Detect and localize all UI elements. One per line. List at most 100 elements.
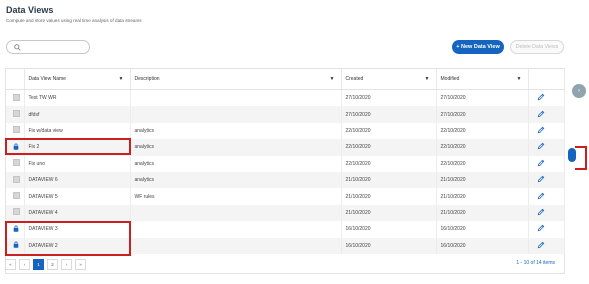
column-header-description[interactable]: Description ▼ xyxy=(130,69,342,90)
table-row[interactable]: DATAVIEW 4 21/10/2020 21/10/2020 xyxy=(6,204,565,222)
row-select-cell[interactable] xyxy=(6,155,25,172)
data-views-table: Data View Name ▼ Description ▼ Created ▼ Mo… xyxy=(5,68,565,274)
edit-pencil-icon[interactable] xyxy=(537,241,545,249)
row-actions-cell xyxy=(528,89,565,107)
sort-caret-icon[interactable]: ▼ xyxy=(119,76,124,82)
edit-pencil-icon[interactable] xyxy=(537,110,545,118)
row-select-cell[interactable] xyxy=(6,237,25,254)
cell-modified: 22/10/2020 xyxy=(436,122,529,140)
cell-modified: 16/10/2020 xyxy=(436,221,529,238)
table-row[interactable]: DATAVIEW 5 WF rules 21/10/2020 21/10/2020 xyxy=(6,188,565,205)
sort-caret-icon[interactable]: ▼ xyxy=(330,76,335,82)
lock-icon xyxy=(13,225,19,232)
page-subtitle: Compute and store values using real time… xyxy=(6,18,142,23)
table-row[interactable]: DATAVIEW 2 16/10/2020 16/10/2020 xyxy=(6,237,565,254)
cell-modified: 21/10/2020 xyxy=(436,188,529,205)
cell-created: 27/10/2020 xyxy=(341,106,437,123)
cell-description xyxy=(130,89,342,107)
cell-name: Fix w/data view xyxy=(24,122,131,140)
edit-pencil-icon[interactable] xyxy=(537,208,545,216)
row-checkbox[interactable] xyxy=(13,93,20,101)
row-checkbox[interactable] xyxy=(13,110,20,118)
lock-icon xyxy=(13,143,19,150)
edit-pencil-icon[interactable] xyxy=(537,126,545,134)
last-page-button[interactable]: » xyxy=(75,258,86,270)
row-select-cell[interactable] xyxy=(6,188,25,205)
cell-description: analytics xyxy=(130,155,342,172)
pagination: « ‹ 1 2 › » xyxy=(5,258,86,270)
cell-modified: 16/10/2020 xyxy=(436,237,529,254)
row-actions-cell xyxy=(528,155,565,172)
next-page-button[interactable]: › xyxy=(61,258,72,270)
row-checkbox[interactable] xyxy=(13,192,20,200)
cell-modified: 22/10/2020 xyxy=(436,155,529,172)
row-select-cell[interactable] xyxy=(6,171,25,189)
column-header-name[interactable]: Data View Name ▼ xyxy=(24,69,131,90)
edit-pencil-icon[interactable] xyxy=(537,224,545,232)
table-row[interactable]: Test TW WR 27/10/2020 27/10/2020 xyxy=(6,89,565,107)
edit-pencil-icon[interactable] xyxy=(537,159,545,167)
table-row[interactable]: DATAVIEW 6 analytics 21/10/2020 21/10/2020 xyxy=(6,171,565,189)
search-icon xyxy=(14,44,21,51)
cell-name: DATAVIEW 4 xyxy=(24,204,131,222)
cell-created: 27/10/2020 xyxy=(341,89,437,107)
row-checkbox[interactable] xyxy=(13,159,20,167)
column-header-actions xyxy=(528,69,565,90)
cell-created: 22/10/2020 xyxy=(341,155,437,172)
sort-caret-icon[interactable]: ▼ xyxy=(517,76,522,82)
column-header-modified[interactable]: Modified ▼ xyxy=(436,69,529,90)
column-header-created[interactable]: Created ▼ xyxy=(341,69,437,90)
cell-name: Fix 2 xyxy=(24,139,131,156)
row-checkbox[interactable] xyxy=(13,208,20,216)
row-actions-cell xyxy=(528,204,565,222)
row-select-cell[interactable] xyxy=(6,89,25,107)
lock-icon xyxy=(13,241,19,248)
cell-description xyxy=(130,221,342,238)
row-actions-cell xyxy=(528,237,565,254)
highlight-box xyxy=(575,146,587,170)
row-checkbox[interactable] xyxy=(13,175,20,183)
new-data-view-button[interactable]: + New Data View xyxy=(452,40,504,54)
row-select-cell[interactable] xyxy=(6,204,25,222)
cell-created: 21/10/2020 xyxy=(341,171,437,189)
edit-pencil-icon[interactable] xyxy=(537,175,545,183)
row-select-cell[interactable] xyxy=(6,139,25,156)
row-select-cell[interactable] xyxy=(6,122,25,140)
first-page-button[interactable]: « xyxy=(5,258,16,270)
page-1-button[interactable]: 1 xyxy=(33,258,44,270)
table-row[interactable]: Fix 2 analytics 22/10/2020 22/10/2020 xyxy=(6,139,565,156)
table-row[interactable]: Fix w/data view analytics 22/10/2020 22/10/… xyxy=(6,122,565,140)
row-actions-cell xyxy=(528,139,565,156)
cell-description: analytics xyxy=(130,139,342,156)
cell-modified: 21/10/2020 xyxy=(436,204,529,222)
sort-caret-icon[interactable]: ▼ xyxy=(425,76,430,82)
search-input[interactable] xyxy=(6,40,90,54)
delete-data-views-button[interactable]: Delete Data Views xyxy=(510,40,564,54)
cell-description: analytics xyxy=(130,122,342,140)
row-select-cell[interactable] xyxy=(6,221,25,238)
cell-name: DATAVIEW 6 xyxy=(24,171,131,189)
row-checkbox[interactable] xyxy=(13,126,20,134)
row-select-cell[interactable] xyxy=(6,106,25,123)
cell-created: 22/10/2020 xyxy=(341,139,437,156)
cell-description xyxy=(130,106,342,123)
edit-pencil-icon[interactable] xyxy=(537,142,545,150)
cell-name: Test TW WR xyxy=(24,89,131,107)
cell-description xyxy=(130,204,342,222)
row-actions-cell xyxy=(528,221,565,238)
table-row[interactable]: dfdsf 27/10/2020 27/10/2020 xyxy=(6,106,565,123)
cell-modified: 22/10/2020 xyxy=(436,139,529,156)
select-all-header xyxy=(6,69,25,90)
edit-pencil-icon[interactable] xyxy=(537,192,545,200)
page-title: Data Views xyxy=(6,5,54,15)
table-row[interactable]: DATAVIEW 3 16/10/2020 16/10/2020 xyxy=(6,221,565,238)
table-row[interactable]: Fix uno analytics 22/10/2020 22/10/2020 xyxy=(6,155,565,172)
prev-page-button[interactable]: ‹ xyxy=(19,258,30,270)
cell-modified: 27/10/2020 xyxy=(436,89,529,107)
cell-description: analytics xyxy=(130,171,342,189)
edit-pencil-icon[interactable] xyxy=(537,93,545,101)
side-scroll-handle[interactable] xyxy=(568,148,576,162)
items-count: 1 - 10 of 14 items xyxy=(516,260,555,266)
panel-expand-button[interactable]: › xyxy=(572,84,586,98)
page-2-button[interactable]: 2 xyxy=(47,258,58,270)
